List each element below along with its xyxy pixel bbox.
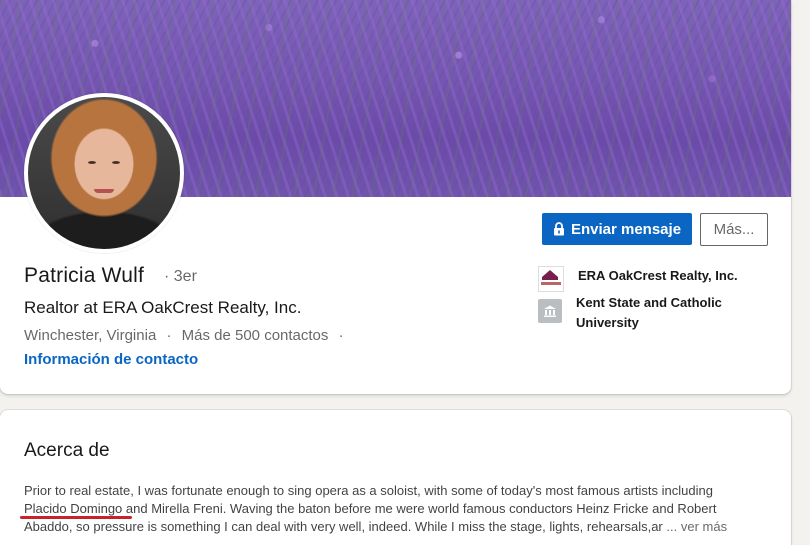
about-title: Acerca de bbox=[24, 440, 110, 461]
school-name: Kent State and Catholic University bbox=[576, 293, 722, 333]
lock-icon bbox=[553, 222, 565, 236]
profile-photo[interactable] bbox=[24, 93, 184, 253]
about-section: Acerca de Prior to real estate, I was fo… bbox=[0, 410, 791, 545]
company-logo-icon bbox=[538, 266, 564, 292]
company-name: ERA OakCrest Realty, Inc. bbox=[578, 268, 738, 283]
school-name-line1: Kent State and Catholic bbox=[576, 295, 722, 310]
separator: · bbox=[338, 327, 344, 344]
education-school[interactable]: Kent State and Catholic University bbox=[538, 293, 778, 333]
contact-info-link[interactable]: Información de contacto bbox=[24, 351, 198, 368]
photo-eye bbox=[88, 161, 96, 164]
red-underline-annotation bbox=[20, 516, 132, 519]
separator: · bbox=[166, 327, 172, 344]
school-icon bbox=[538, 299, 562, 323]
school-name-line2: University bbox=[576, 315, 639, 330]
location-line: Winchester, Virginia · Más de 500 contac… bbox=[24, 327, 344, 344]
linkedin-profile-page: Patricia Wulf · 3er Realtor at ERA OakCr… bbox=[0, 0, 810, 545]
connection-degree: · 3er bbox=[164, 268, 197, 285]
send-message-label: Enviar mensaje bbox=[570, 220, 682, 238]
see-more-link[interactable]: ... ver más bbox=[666, 519, 727, 534]
send-message-button[interactable]: Enviar mensaje bbox=[542, 213, 692, 245]
about-line: Abaddo, so pressure is something I can d… bbox=[24, 518, 774, 536]
profile-card: Patricia Wulf · 3er Realtor at ERA OakCr… bbox=[0, 0, 791, 394]
photo-mouth bbox=[94, 189, 114, 193]
about-line: Prior to real estate, I was fortunate en… bbox=[24, 483, 713, 498]
connections-count[interactable]: Más de 500 contactos bbox=[182, 327, 329, 344]
photo-eye bbox=[112, 161, 120, 164]
profile-location: Winchester, Virginia bbox=[24, 327, 157, 344]
more-button[interactable]: Más... bbox=[700, 213, 768, 246]
profile-name: Patricia Wulf bbox=[24, 264, 145, 287]
about-line: Placido Domingo and Mirella Freni. Wavin… bbox=[24, 501, 717, 516]
about-text: Prior to real estate, I was fortunate en… bbox=[24, 482, 774, 536]
about-line-text: Abaddo, so pressure is something I can d… bbox=[24, 519, 663, 534]
profile-headline: Realtor at ERA OakCrest Realty, Inc. bbox=[24, 298, 302, 317]
current-company[interactable]: ERA OakCrest Realty, Inc. bbox=[538, 266, 778, 292]
